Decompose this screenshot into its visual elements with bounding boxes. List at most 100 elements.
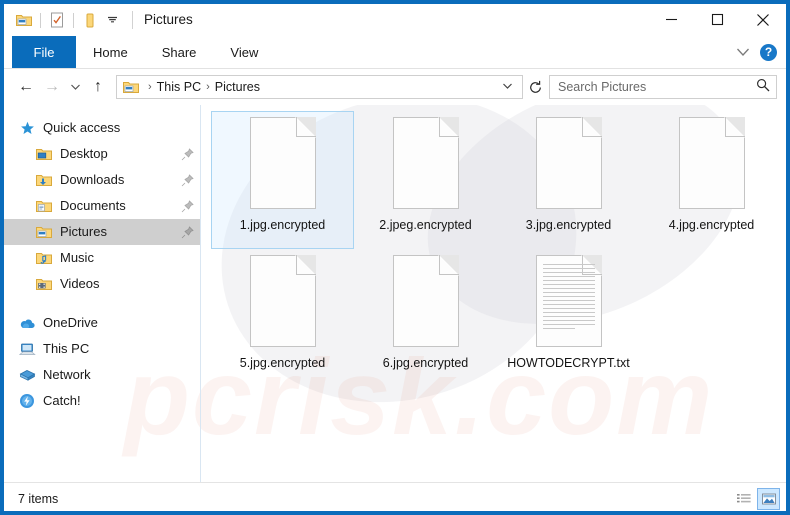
blank-document-icon [532,117,606,213]
file-name: 2.jpeg.encrypted [379,218,472,232]
main-area: Quick access Desktop Downloads Documents… [4,105,786,482]
tab-file[interactable]: File [12,36,76,68]
properties-icon[interactable] [46,9,68,31]
qat-separator-1 [40,12,41,28]
file-item[interactable]: 6.jpg.encrypted [354,249,497,387]
search-input[interactable] [558,80,756,94]
status-bar: 7 items [4,482,786,511]
pin-icon[interactable] [181,199,194,213]
pictures-folder-icon [35,224,53,241]
downloads-folder-icon [35,172,53,189]
file-name: 4.jpg.encrypted [668,218,755,232]
close-button[interactable] [740,4,786,35]
file-item[interactable]: 4.jpg.encrypted [640,111,783,249]
file-name: 3.jpg.encrypted [525,218,612,232]
this-pc-icon [18,341,36,358]
text-document-icon [532,255,606,351]
navigation-pane: Quick access Desktop Downloads Documents… [4,105,200,482]
blank-document-icon [389,117,463,213]
file-name: HOWTODECRYPT.txt [507,356,630,370]
breadcrumb-pictures[interactable]: Pictures [211,77,264,97]
file-name: 1.jpg.encrypted [239,218,326,232]
sidebar-label-downloads: Downloads [60,172,125,187]
sidebar-item-pictures[interactable]: Pictures [4,219,200,245]
tab-view[interactable]: View [213,36,275,68]
sidebar-group-gap-1 [4,297,200,310]
blank-document-icon [246,255,320,351]
file-item[interactable]: 3.jpg.encrypted [497,111,640,249]
ribbon-right-controls: ? [730,36,786,68]
desktop-folder-icon [35,146,53,163]
up-button[interactable]: ↑ [85,74,111,100]
minimize-button[interactable] [648,4,694,35]
pin-icon[interactable] [181,147,194,161]
sidebar-item-this-pc[interactable]: This PC [4,336,200,362]
window-title: Pictures [132,11,193,29]
pin-icon[interactable] [181,225,194,239]
sidebar-item-videos[interactable]: Videos [4,271,200,297]
sidebar-label-quick-access: Quick access [43,120,121,135]
pictures-folder-icon[interactable] [13,9,35,31]
sidebar-label-desktop: Desktop [60,146,108,161]
sidebar-item-catch[interactable]: Catch! [4,388,200,414]
search-box[interactable] [549,75,777,99]
tab-home[interactable]: Home [76,36,145,68]
blank-document-icon [389,255,463,351]
quick-access-toolbar [13,9,123,31]
blank-document-icon [675,117,749,213]
file-grid: 1.jpg.encrypted 2.jpeg.encrypted 3.jpg.e… [211,111,786,387]
file-name: 5.jpg.encrypted [239,356,326,370]
tab-share[interactable]: Share [145,36,214,68]
customize-chevron-icon[interactable] [101,9,123,31]
onedrive-cloud-icon [18,315,36,332]
new-folder-icon[interactable] [79,9,101,31]
file-item[interactable]: 1.jpg.encrypted [211,111,354,249]
sidebar-label-videos: Videos [60,276,100,291]
details-view-button[interactable] [732,488,755,510]
file-explorer-window: pcrisk.com Pictures File Home Share View… [0,0,790,515]
sidebar-label-pictures: Pictures [60,224,107,239]
blank-document-icon [246,117,320,213]
sidebar-item-quick-access[interactable]: Quick access [4,115,200,141]
sidebar-label-music: Music [60,250,94,265]
chevron-down-icon[interactable] [730,39,756,65]
breadcrumb-dropdown-icon[interactable] [496,81,519,93]
sidebar-item-documents[interactable]: Documents [4,193,200,219]
maximize-button[interactable] [694,4,740,35]
sidebar-label-documents: Documents [60,198,126,213]
back-button[interactable]: ← [13,74,39,100]
sidebar-item-downloads[interactable]: Downloads [4,167,200,193]
sidebar-item-desktop[interactable]: Desktop [4,141,200,167]
pin-icon[interactable] [181,173,194,187]
sidebar-item-onedrive[interactable]: OneDrive [4,310,200,336]
breadcrumb-this-pc[interactable]: This PC [153,77,205,97]
view-toggle-group [732,488,780,510]
star-pin-icon [18,120,36,137]
file-name: 6.jpg.encrypted [382,356,469,370]
catch-app-icon [18,393,36,410]
title-bar: Pictures [4,4,786,36]
file-item[interactable]: 2.jpeg.encrypted [354,111,497,249]
file-item[interactable]: 5.jpg.encrypted [211,249,354,387]
sidebar-label-catch: Catch! [43,393,81,408]
videos-folder-icon [35,276,53,293]
window-controls [648,4,786,36]
help-button[interactable]: ? [760,43,777,61]
network-icon [18,367,36,384]
breadcrumb-pictures-icon [122,79,140,96]
music-folder-icon [35,250,53,267]
sidebar-item-network[interactable]: Network [4,362,200,388]
sidebar-item-music[interactable]: Music [4,245,200,271]
recent-locations-icon[interactable] [65,74,85,100]
large-icons-view-button[interactable] [757,488,780,510]
sidebar-label-onedrive: OneDrive [43,315,98,330]
file-list-pane[interactable]: 1.jpg.encrypted 2.jpeg.encrypted 3.jpg.e… [200,105,786,482]
forward-button[interactable]: → [39,74,65,100]
item-count-label: 7 items [18,492,59,506]
file-item[interactable]: HOWTODECRYPT.txt [497,249,640,387]
breadcrumb[interactable]: › This PC › Pictures [116,75,523,99]
search-icon[interactable] [756,78,770,97]
qat-separator-2 [73,12,74,28]
refresh-button[interactable] [523,75,547,99]
documents-folder-icon [35,198,53,215]
